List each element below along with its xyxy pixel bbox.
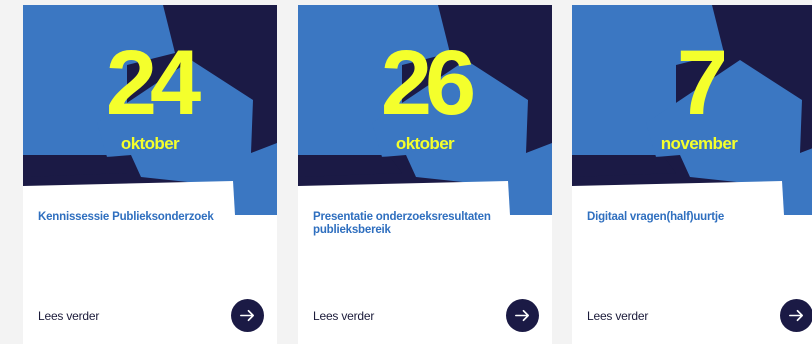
read-more-link[interactable]: Lees verder: [313, 309, 374, 323]
event-month: november: [660, 134, 738, 153]
card-footer: Lees verder: [38, 299, 277, 333]
arrow-right-icon: [240, 309, 255, 322]
event-day: 7: [676, 32, 728, 134]
arrow-right-icon: [789, 309, 804, 322]
event-month: oktober: [395, 134, 455, 153]
read-more-link[interactable]: Lees verder: [587, 309, 648, 323]
card-artwork: 24 oktober: [23, 5, 277, 215]
arrow-right-icon: [515, 309, 530, 322]
event-title[interactable]: Kennissessie Publieksonderzoek: [38, 211, 262, 224]
read-more-button[interactable]: [506, 299, 539, 332]
event-month: oktober: [120, 134, 180, 153]
read-more-button[interactable]: [231, 299, 264, 332]
event-card-list: 24 oktober Kennissessie Publieksonderzoe…: [0, 0, 812, 344]
card-artwork: 7 november: [572, 5, 812, 215]
card-footer: Lees verder: [313, 299, 552, 333]
card-artwork: 26 oktober: [298, 5, 552, 215]
read-more-link[interactable]: Lees verder: [38, 309, 99, 323]
event-card[interactable]: 26 oktober Presentatie onderzoeksresulta…: [298, 5, 552, 344]
event-title[interactable]: Presentatie onderzoeksresultaten publiek…: [313, 211, 537, 237]
event-card[interactable]: 24 oktober Kennissessie Publieksonderzoe…: [23, 5, 277, 344]
event-day: 26: [380, 32, 476, 134]
event-title[interactable]: Digitaal vragen(half)uurtje: [587, 211, 811, 224]
event-day: 24: [105, 32, 201, 134]
card-footer: Lees verder: [587, 299, 812, 333]
read-more-button[interactable]: [780, 299, 812, 332]
event-card[interactable]: 7 november Digitaal vragen(half)uurtje L…: [572, 5, 812, 344]
